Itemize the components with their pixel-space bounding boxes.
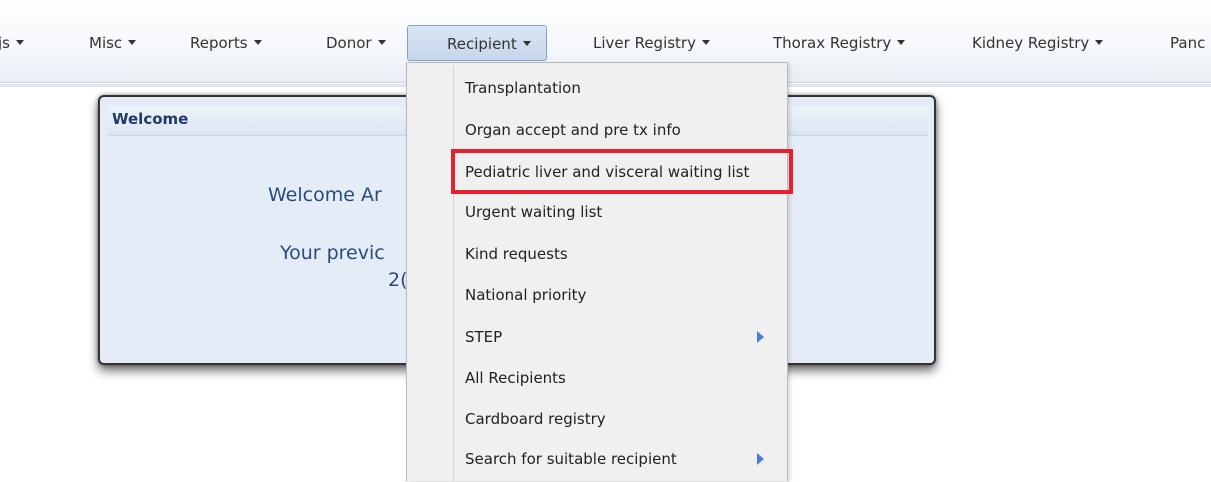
menu-item-label: Kind requests — [465, 245, 568, 263]
welcome-title: Welcome — [112, 110, 189, 128]
nav-item-label: Recipient — [447, 35, 517, 53]
highlight-annotation-box — [451, 149, 793, 194]
nav-item-label: js — [0, 34, 10, 52]
nav-item-liver-registry[interactable]: Liver Registry — [593, 25, 710, 61]
previous-login-date: 2( — [388, 269, 408, 291]
caret-down-icon — [377, 40, 386, 45]
submenu-arrow-icon — [757, 453, 764, 465]
nav-item-pancreas[interactable]: Panc — [1170, 25, 1205, 61]
welcome-greeting: Welcome Ar — [268, 184, 382, 206]
submenu-arrow-icon — [757, 331, 764, 343]
menu-item-label: STEP — [465, 328, 503, 346]
menu-item-label: Cardboard registry — [465, 410, 606, 428]
caret-down-icon — [522, 41, 531, 46]
menu-item-transplantation[interactable]: Transplantation — [465, 74, 581, 102]
caret-down-icon — [1095, 40, 1104, 45]
nav-item-recipient[interactable]: Recipient — [407, 25, 547, 61]
nav-item-label: Donor — [326, 34, 372, 52]
recipient-dropdown-menu: Transplantation Organ accept and pre tx … — [406, 62, 788, 482]
nav-item-reports[interactable]: Reports — [190, 25, 262, 61]
nav-item-misc[interactable]: Misc — [89, 25, 137, 61]
menu-item-step[interactable]: STEP — [465, 323, 502, 351]
nav-item-kidney-registry[interactable]: Kidney Registry — [972, 25, 1104, 61]
nav-item-label: Panc — [1170, 34, 1206, 52]
nav-item-settings[interactable]: js — [0, 25, 24, 61]
menu-item-label: National priority — [465, 286, 587, 304]
nav-item-label: Thorax Registry — [773, 34, 892, 52]
caret-down-icon — [128, 40, 137, 45]
menu-item-label: Transplantation — [465, 79, 581, 97]
menu-item-kind-requests[interactable]: Kind requests — [465, 240, 568, 268]
nav-item-label: Reports — [190, 34, 248, 52]
menu-item-all-recipients[interactable]: All Recipients — [465, 364, 566, 392]
caret-down-icon — [897, 40, 906, 45]
menu-item-label: Search for suitable recipient — [465, 450, 677, 468]
nav-item-thorax-registry[interactable]: Thorax Registry — [773, 25, 906, 61]
menu-item-cardboard-registry[interactable]: Cardboard registry — [465, 405, 606, 433]
menu-item-label: Organ accept and pre tx info — [465, 121, 681, 139]
caret-down-icon — [701, 40, 710, 45]
menu-item-organ-accept[interactable]: Organ accept and pre tx info — [465, 116, 681, 144]
nav-item-label: Kidney Registry — [972, 34, 1090, 52]
caret-down-icon — [253, 40, 262, 45]
nav-item-label: Misc — [89, 34, 123, 52]
nav-item-label: Liver Registry — [593, 34, 696, 52]
menu-item-urgent-waiting-list[interactable]: Urgent waiting list — [465, 198, 602, 226]
previous-login-text: Your previc — [280, 242, 385, 264]
menu-gutter-divider — [453, 66, 454, 482]
menu-item-search-suitable-recipient[interactable]: Search for suitable recipient — [465, 445, 677, 473]
caret-down-icon — [15, 40, 24, 45]
menu-item-national-priority[interactable]: National priority — [465, 281, 586, 309]
menu-item-label: All Recipients — [465, 369, 566, 387]
menu-item-label: Urgent waiting list — [465, 203, 603, 221]
nav-item-donor[interactable]: Donor — [326, 25, 386, 61]
